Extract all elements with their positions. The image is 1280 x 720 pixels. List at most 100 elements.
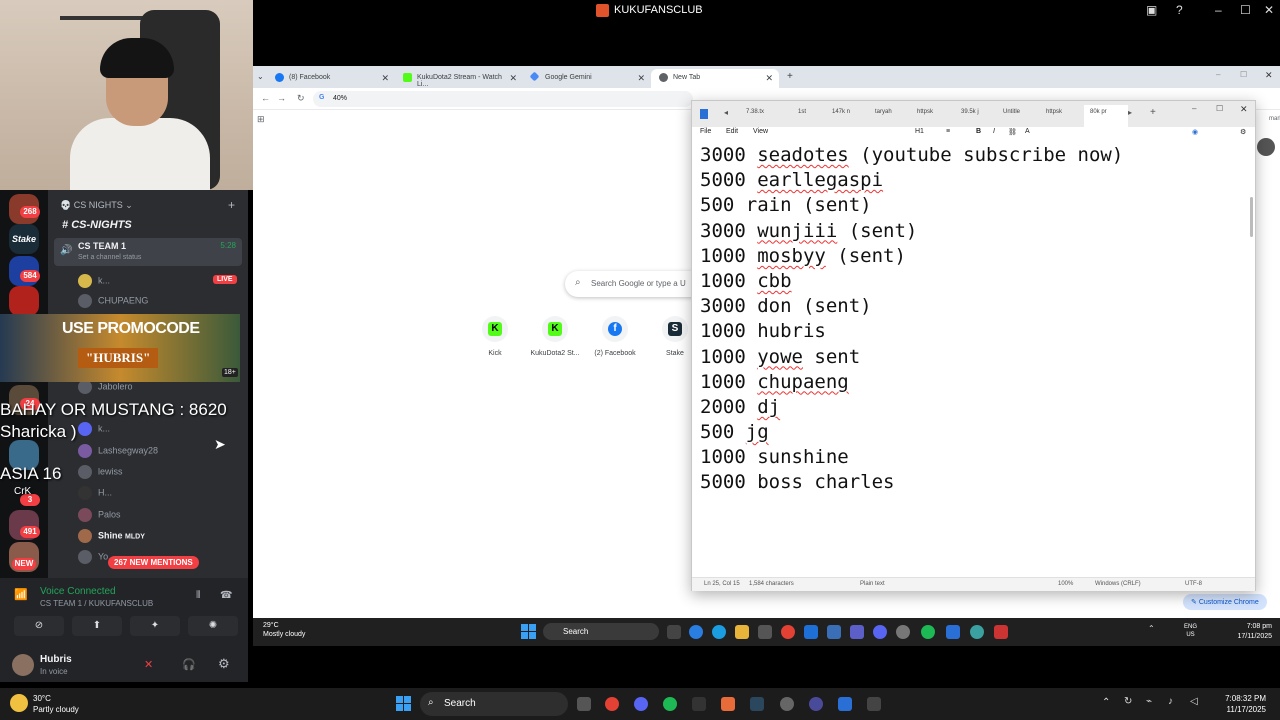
notepad-tab[interactable]: 7.38.tx (746, 109, 764, 115)
customize-chrome-button[interactable]: ✎ Customize Chrome (1183, 594, 1267, 610)
explorer-icon[interactable] (735, 625, 749, 639)
notepad-text-area[interactable]: 3000 seadotes (youtube subscribe now) 500… (700, 143, 1240, 496)
bookmarks-label[interactable]: marks (1269, 116, 1280, 122)
apps-icon[interactable]: ⊞ (257, 114, 265, 125)
chrome-icon[interactable] (605, 697, 619, 711)
refresh-icon[interactable]: ↻ (1124, 696, 1132, 707)
maximize-button[interactable]: ☐ (1240, 3, 1251, 17)
avatar[interactable] (12, 654, 34, 676)
copilot-icon[interactable] (689, 625, 703, 639)
screen-share-button[interactable]: ⬆ (72, 616, 122, 636)
app-icon[interactable] (692, 697, 706, 711)
language-indicator[interactable]: ENG US (1184, 623, 1197, 639)
notepad-tab-active[interactable]: 80k pr (1084, 105, 1128, 127)
volume-icon[interactable]: ◁ (1190, 696, 1198, 707)
settings-icon[interactable] (780, 697, 794, 711)
notepad-icon[interactable] (946, 625, 960, 639)
text-channel[interactable]: # CS-NIGHTS (62, 219, 132, 231)
close-button[interactable]: ✕ (1240, 104, 1248, 115)
close-button[interactable]: ✕ (1265, 70, 1273, 81)
tray-chevron-icon[interactable]: ⌃ (1148, 624, 1155, 633)
clock[interactable]: 7:08 pm 17/11/2025 (1237, 622, 1272, 642)
weather-widget[interactable]: 30°C Partly cloudy (33, 693, 79, 715)
list-item[interactable]: Lashsegway28 (78, 444, 158, 458)
italic-icon[interactable]: I (993, 128, 995, 135)
close-icon[interactable]: ✕ (637, 73, 645, 84)
notepad-tab[interactable]: 39.5k j (961, 109, 979, 115)
shortcut-facebook[interactable]: f (2) Facebook (585, 316, 645, 357)
maximize-button[interactable]: ☐ (1216, 104, 1223, 113)
minimize-button[interactable]: – (1216, 70, 1220, 79)
minimize-button[interactable]: – (1215, 3, 1222, 17)
list-item[interactable]: Jabolero (78, 380, 133, 394)
server-name[interactable]: 💀 CS NIGHTS ⌄ (60, 200, 133, 211)
add-channel-icon[interactable]: + (228, 198, 235, 212)
spotify-icon[interactable] (663, 697, 677, 711)
clear-format-icon[interactable]: A (1025, 128, 1030, 135)
store-icon[interactable] (758, 625, 772, 639)
app-icon[interactable] (867, 697, 881, 711)
notepad-tab[interactable]: httpsk (917, 109, 933, 115)
clock[interactable]: 7:08:32 PM 11/17/2025 (1225, 693, 1266, 715)
tab-search-icon[interactable]: ⌄ (257, 72, 264, 81)
obs-icon[interactable] (994, 625, 1008, 639)
app-icon[interactable] (721, 697, 735, 711)
notepad-tab[interactable]: 1st (798, 109, 806, 115)
disconnect-icon[interactable]: ☎ (220, 590, 232, 601)
windows-start-icon[interactable] (521, 624, 537, 640)
search-box[interactable]: ⌕ Search (420, 692, 568, 716)
scroll-left-icon[interactable]: ◂ (724, 108, 728, 117)
camera-off-button[interactable]: ⊘ (14, 616, 64, 636)
new-tab-button[interactable]: + (1150, 107, 1156, 118)
address-input[interactable]: G 40% (313, 91, 693, 107)
chrome-icon[interactable] (781, 625, 795, 639)
windows-start-icon[interactable] (396, 696, 412, 712)
notepad-tab[interactable]: httpsk (1046, 109, 1062, 115)
reload-icon[interactable]: ↻ (297, 93, 305, 104)
app-icon[interactable] (827, 625, 841, 639)
scroll-right-icon[interactable]: ▸ (1128, 108, 1132, 117)
list-icon[interactable]: ≡ (946, 128, 950, 135)
list-item[interactable]: Palos (78, 508, 121, 522)
search-box[interactable]: Search (543, 623, 659, 640)
settings-icon[interactable] (896, 625, 910, 639)
menu-file[interactable]: File (700, 128, 711, 135)
copilot-icon[interactable]: ◉ (1192, 128, 1198, 136)
close-icon[interactable]: ✕ (381, 73, 389, 84)
voice-channel-status[interactable]: Set a channel status (78, 254, 141, 261)
close-icon[interactable]: ✕ (509, 73, 517, 84)
help-icon[interactable]: ? (1176, 3, 1183, 17)
heading-dropdown[interactable]: H1 (915, 128, 924, 135)
voice-connected-sub[interactable]: CS TEAM 1 / KUKUFANSCLUB (40, 599, 153, 608)
edge-icon[interactable] (712, 625, 726, 639)
task-view-icon[interactable] (667, 625, 681, 639)
new-mentions-button[interactable]: 267 NEW MENTIONS (108, 556, 199, 569)
profile-avatar[interactable] (1257, 138, 1275, 156)
app-icon[interactable] (970, 625, 984, 639)
weather-widget[interactable]: 29°C Mostly cloudy (263, 621, 305, 639)
screen-icon[interactable]: ▣ (1146, 3, 1157, 17)
steam-icon[interactable] (750, 697, 764, 711)
new-tab-button[interactable]: + (787, 71, 793, 82)
scrollbar[interactable] (1250, 197, 1253, 237)
list-item[interactable]: k... (78, 422, 110, 436)
shortcut-kukudota[interactable]: K KukuDota2 St... (525, 316, 585, 357)
tray-chevron-icon[interactable]: ⌃ (1102, 697, 1110, 708)
gear-icon[interactable]: ⚙ (218, 656, 230, 672)
list-item[interactable]: CHUPAENG (78, 294, 148, 308)
shortcut-kick[interactable]: K Kick (465, 316, 525, 357)
forward-icon[interactable]: → (277, 93, 286, 103)
task-view-icon[interactable] (577, 697, 591, 711)
voice-channel[interactable]: 🔊 CS TEAM 1 Set a channel status 5:28 (54, 238, 242, 266)
notepad-icon[interactable] (838, 697, 852, 711)
list-item[interactable]: Shine MLDY (78, 529, 145, 543)
maximize-button[interactable]: ☐ (1240, 70, 1247, 79)
link-icon[interactable]: ⛓ (1008, 128, 1017, 136)
headphones-icon[interactable]: 🎧 (182, 658, 196, 671)
noise-icon[interactable]: ⦀ (196, 590, 200, 601)
discord-icon[interactable] (873, 625, 887, 639)
tab-facebook[interactable]: (8) Facebook ✕ (267, 69, 395, 88)
tab-kuku[interactable]: KukuDota2 Stream - Watch Li... ✕ (395, 69, 523, 88)
close-button[interactable]: ✕ (1264, 3, 1274, 17)
bold-icon[interactable]: B (976, 128, 981, 135)
